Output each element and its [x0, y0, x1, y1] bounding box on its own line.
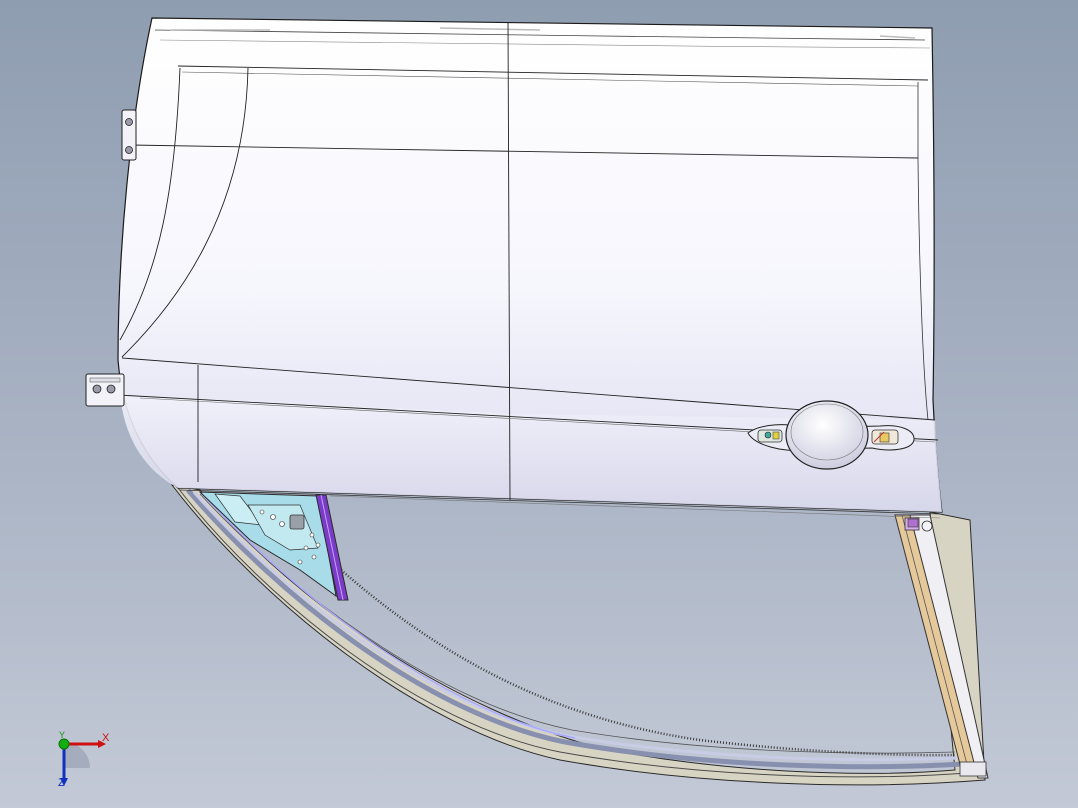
y-axis-label: Y: [59, 730, 66, 740]
upper-hinge: [121, 109, 137, 161]
lower-hinge: [85, 373, 125, 407]
x-axis-label: X: [102, 732, 110, 744]
z-axis-label: Z: [58, 777, 65, 789]
graphics-viewport[interactable]: X Y Z: [0, 0, 1078, 808]
lock-cylinder-icon: [757, 429, 783, 443]
handle-mechanism-icon: [871, 429, 899, 445]
orientation-triad: X Y Z: [48, 728, 118, 792]
door-model[interactable]: [0, 0, 1078, 808]
